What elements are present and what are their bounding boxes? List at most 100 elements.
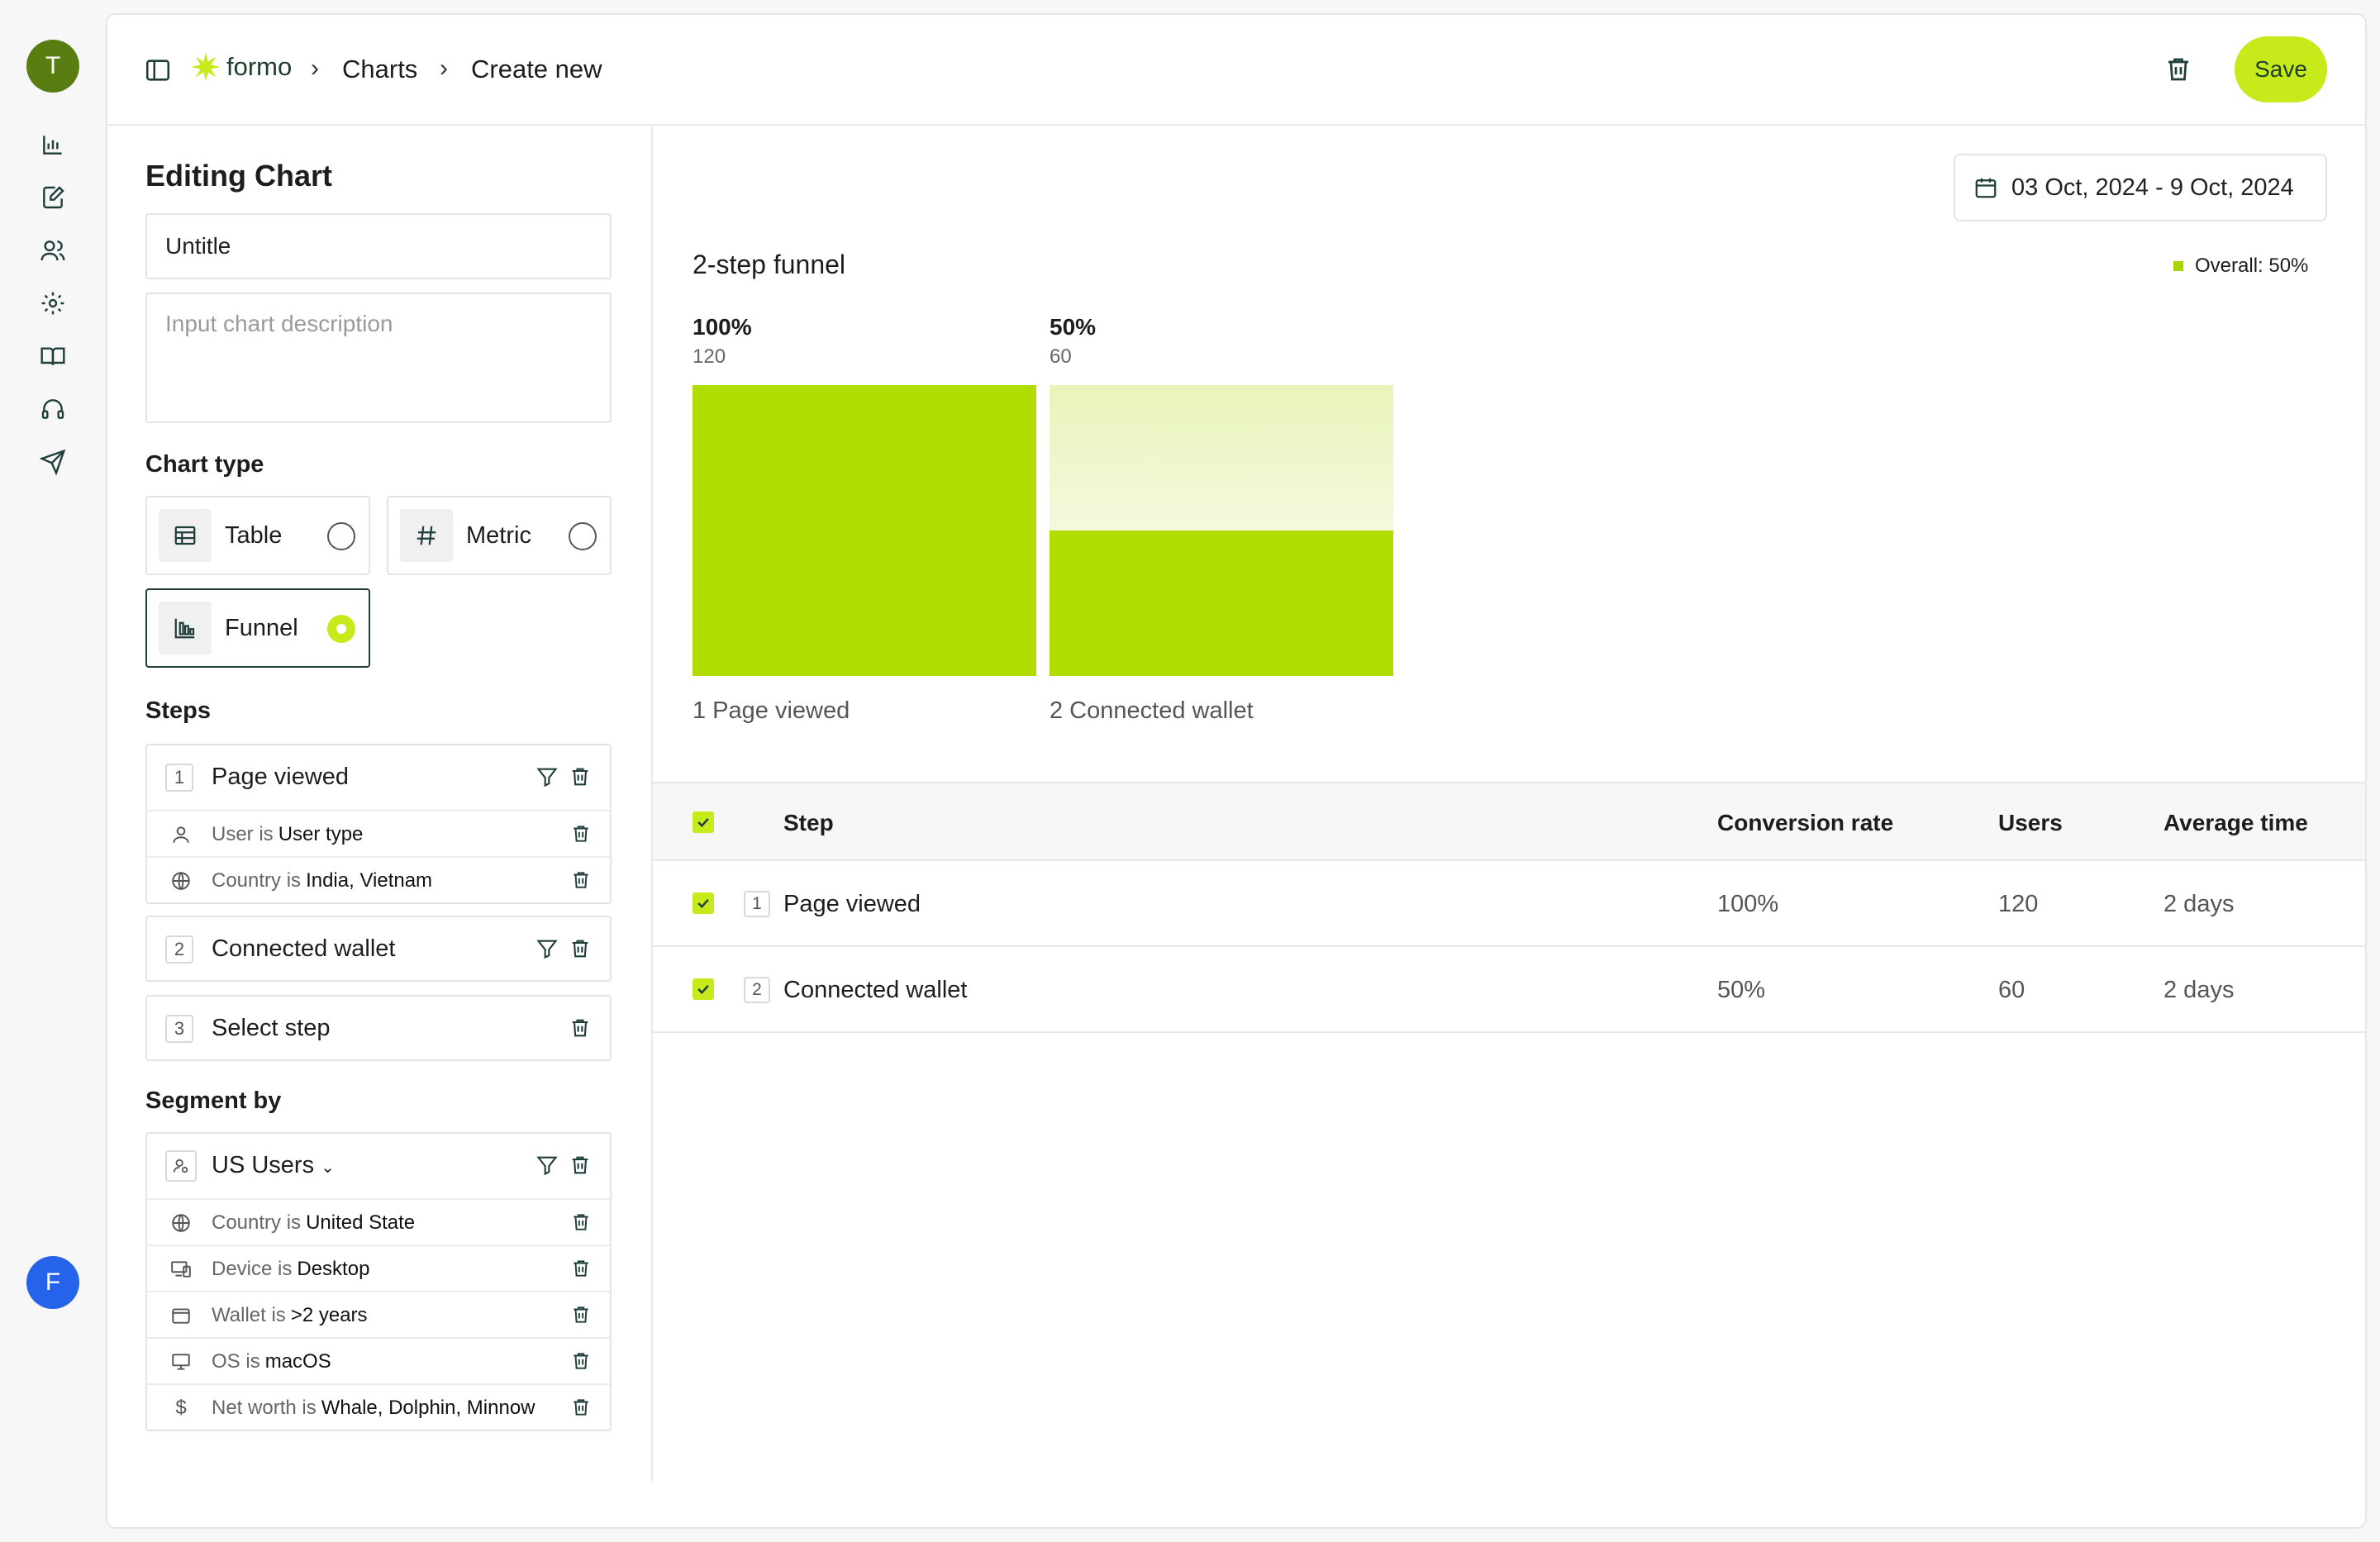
- trash-icon[interactable]: [569, 1154, 592, 1177]
- cell-avg-time: 2 days: [2163, 891, 2235, 917]
- table-row: 2 Connected wallet 50% 60 2 days: [653, 947, 2365, 1033]
- col-users[interactable]: Users: [1998, 810, 2063, 836]
- radio-metric[interactable]: [569, 522, 597, 550]
- dollar-icon: $: [175, 1397, 187, 1419]
- brand-logo[interactable]: formo: [190, 51, 292, 83]
- filter-row[interactable]: Country is United State: [147, 1198, 610, 1245]
- col-average-time[interactable]: Average time: [2163, 810, 2308, 836]
- trash-icon[interactable]: [570, 1211, 592, 1233]
- filter-text: Device is Desktop: [212, 1258, 370, 1280]
- col-step[interactable]: Step: [783, 810, 834, 836]
- globe-icon: [172, 1214, 190, 1232]
- date-range-picker[interactable]: 03 Oct, 2024 - 9 Oct, 2024: [1954, 154, 2327, 221]
- funnel-bar-1[interactable]: [693, 385, 1036, 676]
- breadcrumb-charts[interactable]: Charts: [342, 55, 417, 84]
- funnel-dropoff-2: [1050, 385, 1393, 531]
- sidebar-toggle-icon[interactable]: [144, 56, 172, 84]
- trash-icon[interactable]: [570, 823, 592, 845]
- filter-icon[interactable]: [536, 1154, 559, 1177]
- chart-description-input[interactable]: Input chart description: [145, 293, 612, 423]
- filter-row[interactable]: User is User type: [147, 810, 610, 856]
- step-label[interactable]: Page viewed: [212, 764, 349, 791]
- users-icon[interactable]: [38, 236, 68, 265]
- trash-icon[interactable]: [570, 1258, 592, 1279]
- brand-name: formo: [226, 52, 293, 81]
- legend-swatch: [2173, 261, 2183, 271]
- chart-title-input[interactable]: Untitle: [145, 213, 612, 279]
- radio-table[interactable]: [327, 522, 355, 550]
- book-icon[interactable]: [38, 341, 68, 371]
- bar-percent-label: 50%: [1050, 314, 1097, 340]
- cell-avg-time: 2 days: [2163, 977, 2235, 1003]
- filter-text: Country is India, Vietnam: [212, 869, 433, 892]
- table-row: 1 Page viewed 100% 120 2 days: [653, 861, 2365, 947]
- trash-icon[interactable]: [570, 869, 592, 891]
- breadcrumb-separator: ›: [311, 55, 319, 82]
- user-avatar[interactable]: T: [26, 40, 79, 93]
- select-step[interactable]: Select step: [212, 1015, 330, 1042]
- step-card: 2 Connected wallet: [145, 916, 612, 982]
- table-header-row: Step Conversion rate Users Average time: [653, 782, 2365, 861]
- step-number: 1: [744, 891, 770, 917]
- user-icon: [173, 826, 189, 843]
- editor-heading: Editing Chart: [145, 159, 332, 193]
- funnel-chart-icon: [174, 618, 195, 639]
- segment-heading: Segment by: [145, 1087, 282, 1114]
- radio-funnel[interactable]: [327, 615, 355, 643]
- step-number: 2: [165, 935, 193, 964]
- trash-icon[interactable]: [570, 1350, 592, 1372]
- filter-row[interactable]: Country is India, Vietnam: [147, 856, 610, 902]
- step-label[interactable]: Connected wallet: [212, 935, 395, 963]
- cell-step: Connected wallet: [783, 977, 968, 1003]
- overall-legend: Overall: 50%: [2173, 255, 2308, 278]
- send-icon[interactable]: [38, 447, 68, 477]
- hash-icon: [416, 526, 436, 545]
- left-rail: T F: [0, 0, 106, 1542]
- chart-type-metric[interactable]: Metric: [387, 496, 612, 575]
- trash-icon[interactable]: [569, 1016, 592, 1040]
- filter-text: Country is United State: [212, 1211, 416, 1234]
- edit-icon[interactable]: [38, 183, 68, 212]
- save-button[interactable]: Save: [2235, 36, 2327, 102]
- gear-icon[interactable]: [38, 288, 68, 318]
- breadcrumb-current: Create new: [471, 55, 602, 83]
- row-checkbox[interactable]: [693, 892, 714, 914]
- segment-dropdown[interactable]: US Users ⌄: [212, 1152, 335, 1179]
- chart-title: 2-step funnel: [693, 250, 846, 279]
- cell-conversion: 100%: [1717, 891, 1779, 917]
- calendar-icon: [1975, 178, 1997, 198]
- devices-icon: [171, 1261, 191, 1278]
- overall-text: Overall: 50%: [2195, 255, 2309, 277]
- chart-type-table[interactable]: Table: [145, 496, 370, 575]
- trash-icon[interactable]: [570, 1304, 592, 1325]
- chart-icon[interactable]: [38, 130, 68, 159]
- delete-chart-icon[interactable]: [2163, 55, 2193, 84]
- select-all-checkbox[interactable]: [693, 811, 714, 833]
- trash-icon[interactable]: [569, 765, 592, 788]
- step-number: 3: [165, 1015, 193, 1043]
- account-avatar[interactable]: F: [26, 1256, 79, 1309]
- trash-icon[interactable]: [570, 1397, 592, 1418]
- chart-type-funnel[interactable]: Funnel: [145, 588, 370, 668]
- bar-category-label: 2 Connected wallet: [1050, 697, 1254, 724]
- headset-icon[interactable]: [38, 394, 68, 424]
- globe-icon: [172, 872, 190, 890]
- filter-row[interactable]: Device is Desktop: [147, 1245, 610, 1291]
- wallet-icon: [172, 1308, 190, 1324]
- trash-icon[interactable]: [569, 937, 592, 960]
- filter-icon[interactable]: [536, 937, 559, 960]
- funnel-bar-2[interactable]: [1050, 531, 1393, 676]
- monitor-icon: [172, 1354, 190, 1370]
- row-checkbox[interactable]: [693, 978, 714, 1000]
- step-number: 2: [744, 977, 770, 1003]
- filter-text: Wallet is >2 years: [212, 1304, 368, 1326]
- filter-row[interactable]: OS is macOS: [147, 1337, 610, 1383]
- filter-icon[interactable]: [536, 765, 559, 788]
- col-conversion-rate[interactable]: Conversion rate: [1717, 810, 1893, 836]
- filter-row[interactable]: $ Net worth is Whale, Dolphin, Minnow: [147, 1383, 610, 1430]
- table-icon: [174, 526, 196, 545]
- step-card: 3 Select step: [145, 995, 612, 1061]
- funnel-chart: [693, 385, 1393, 676]
- cell-users: 120: [1998, 891, 2039, 917]
- filter-row[interactable]: Wallet is >2 years: [147, 1291, 610, 1337]
